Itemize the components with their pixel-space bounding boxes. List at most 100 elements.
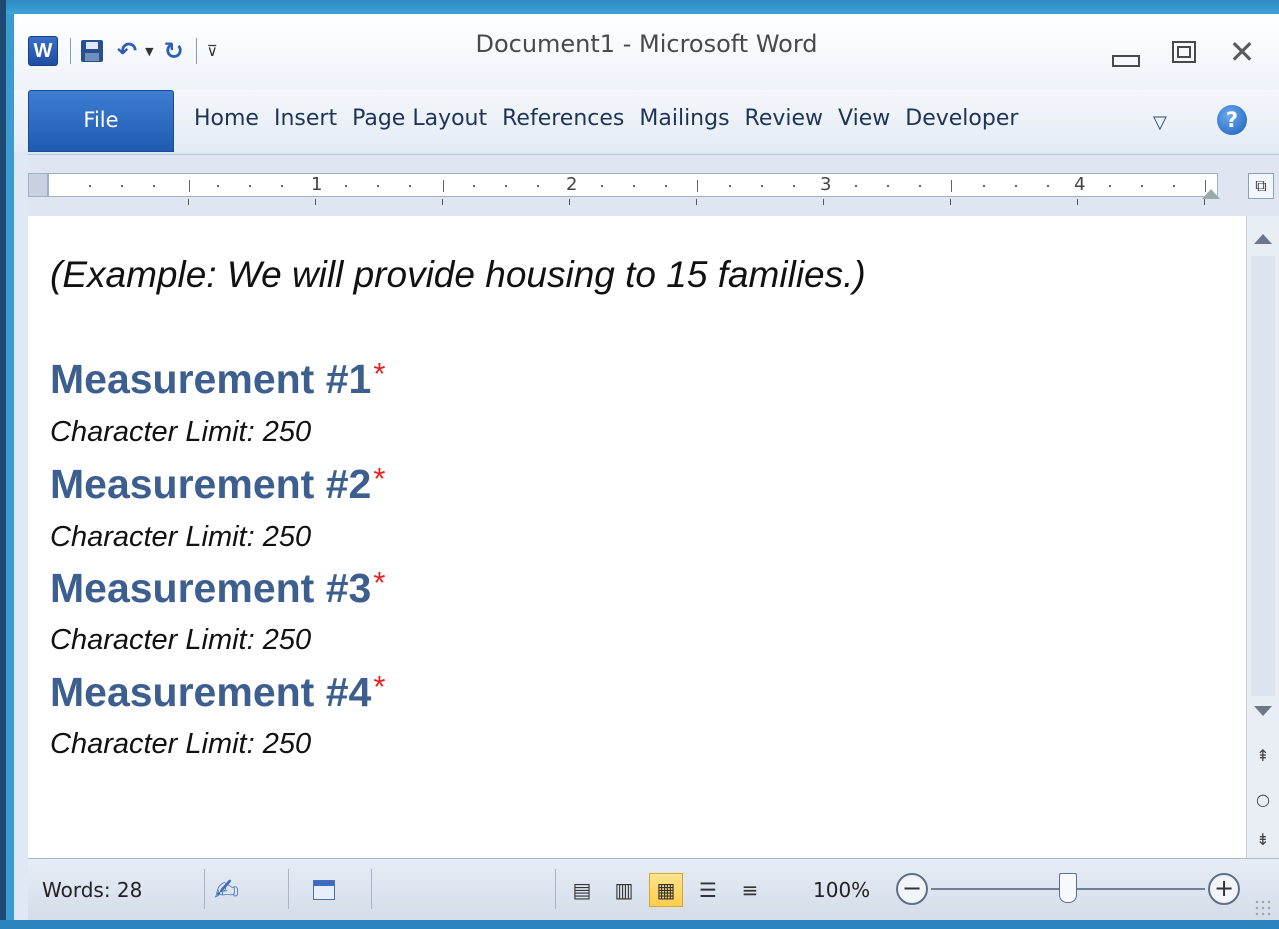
horizontal-ruler[interactable]: 1 2 3 4 (48, 173, 1218, 197)
tab-insert[interactable]: Insert (274, 106, 337, 131)
status-separator (288, 869, 289, 909)
status-separator (555, 869, 556, 909)
macro-recording-button[interactable] (313, 859, 335, 920)
web-layout-icon[interactable]: ▦ (649, 873, 683, 907)
ruler-tab-mark (442, 199, 443, 205)
ruler-dot (855, 185, 857, 187)
status-separator (371, 869, 372, 909)
tab-home[interactable]: Home (194, 106, 259, 131)
right-indent-marker[interactable] (1202, 189, 1220, 199)
status-separator (204, 869, 205, 909)
minimize-button[interactable] (1097, 32, 1155, 72)
zoom-slider-thumb[interactable] (1059, 873, 1077, 903)
draft-icon[interactable]: ≡ (733, 873, 767, 907)
close-button[interactable]: ✕ (1213, 32, 1271, 72)
ruler-dot (729, 185, 731, 187)
maximize-button[interactable] (1155, 32, 1213, 72)
ruler-dot (793, 185, 795, 187)
vertical-scrollbar[interactable]: ⇞ ○ ⇟ (1246, 216, 1279, 858)
restore-icon (1172, 41, 1196, 63)
ruler-number: 3 (820, 174, 832, 195)
required-asterisk: * (373, 356, 386, 391)
heading-text: Measurement #3 (50, 565, 372, 611)
ruler-dot (121, 185, 123, 187)
heading-text: Measurement #4 (50, 669, 372, 715)
ruler-dot (505, 185, 507, 187)
measurement-heading: Measurement #2* (50, 461, 385, 508)
ruler-tick (189, 180, 190, 192)
ruler-tab-mark (823, 199, 824, 205)
ruler-dot (377, 185, 379, 187)
word-window: W ↶ ▼ ↻ ⊽ Document1 - Microsoft Word ✕ F… (14, 14, 1279, 920)
example-text: (Example: We will provide housing to 15 … (50, 254, 866, 295)
next-page-icon[interactable]: ⇟ (1247, 830, 1279, 849)
ruler-number: 2 (566, 174, 578, 195)
previous-page-icon[interactable]: ⇞ (1247, 746, 1279, 765)
resize-grip-icon[interactable] (1254, 899, 1272, 917)
view-ruler-button[interactable]: ⧉ (1248, 173, 1274, 199)
ruler-tick (443, 180, 444, 192)
zoom-level[interactable]: 100% (813, 859, 870, 920)
word-count[interactable]: Words: 28 (42, 859, 142, 920)
ruler-dot (1109, 185, 1111, 187)
tab-review[interactable]: Review (745, 106, 824, 131)
tab-references[interactable]: References (502, 106, 624, 131)
ruler-tab-mark (569, 199, 570, 205)
scroll-up-icon[interactable] (1254, 234, 1272, 244)
minimize-icon (1112, 55, 1140, 67)
character-limit-text: Character Limit: 250 (50, 728, 312, 760)
ruler-dot (919, 185, 921, 187)
tab-file[interactable]: File (28, 90, 174, 152)
scroll-down-icon[interactable] (1254, 706, 1272, 716)
ruler-tab-mark (315, 199, 316, 205)
tab-mailings[interactable]: Mailings (639, 106, 729, 131)
tab-developer[interactable]: Developer (905, 106, 1018, 131)
character-limit-text: Character Limit: 250 (50, 624, 312, 656)
close-icon: ✕ (1228, 33, 1256, 71)
ruler-dot (217, 185, 219, 187)
ruler-dot (1015, 185, 1017, 187)
ruler-tick (951, 180, 952, 192)
character-limit-text: Character Limit: 250 (50, 416, 312, 448)
required-asterisk: * (373, 669, 386, 704)
ruler-dot (281, 185, 283, 187)
tab-view[interactable]: View (838, 106, 890, 131)
title-bar: W ↶ ▼ ↻ ⊽ Document1 - Microsoft Word ✕ (14, 14, 1279, 90)
ruler-dot (345, 185, 347, 187)
measurement-heading: Measurement #1* (50, 356, 385, 403)
zoom-in-icon[interactable]: + (1208, 873, 1240, 905)
ruler-dot (89, 185, 91, 187)
ruler-number: 4 (1074, 174, 1086, 195)
full-screen-reading-icon[interactable]: ▥ (607, 873, 641, 907)
ruler-dot (537, 185, 539, 187)
ruler-dot (409, 185, 411, 187)
required-asterisk: * (373, 565, 386, 600)
document-page[interactable]: (Example: We will provide housing to 15 … (28, 216, 1246, 858)
scroll-track[interactable] (1251, 256, 1275, 696)
ruler-dot (887, 185, 889, 187)
proofing-icon[interactable]: ✍ (214, 859, 239, 920)
ruler-dot (473, 185, 475, 187)
tab-page-layout[interactable]: Page Layout (352, 106, 487, 131)
expand-ribbon-icon[interactable]: ▽ (1153, 112, 1167, 133)
ruler-dot (601, 185, 603, 187)
select-browse-object-icon[interactable]: ○ (1247, 790, 1279, 809)
ruler-dot (1173, 185, 1175, 187)
print-layout-icon[interactable]: ▤ (565, 873, 599, 907)
zoom-out-icon[interactable]: − (896, 873, 928, 905)
ruler-dot (1141, 185, 1143, 187)
desktop-background-top (0, 0, 1279, 14)
ruler-dot (983, 185, 985, 187)
ruler-tab-mark (1077, 199, 1078, 205)
ribbon-tabs: File Home Insert Page Layout References … (14, 90, 1279, 152)
ruler-margin (28, 173, 48, 197)
outline-icon[interactable]: ☰ (691, 873, 725, 907)
ruler-tab-mark (950, 199, 951, 205)
measurement-heading: Measurement #4* (50, 669, 385, 716)
status-bar: Words: 28 ✍ ▤ ▥ ▦ ☰ ≡ 100% − + (28, 858, 1279, 920)
ruler-tab-mark (696, 199, 697, 205)
heading-text: Measurement #2 (50, 461, 372, 507)
heading-text: Measurement #1 (50, 356, 372, 402)
help-icon[interactable]: ? (1217, 105, 1247, 135)
desktop-background-edge (0, 0, 6, 929)
